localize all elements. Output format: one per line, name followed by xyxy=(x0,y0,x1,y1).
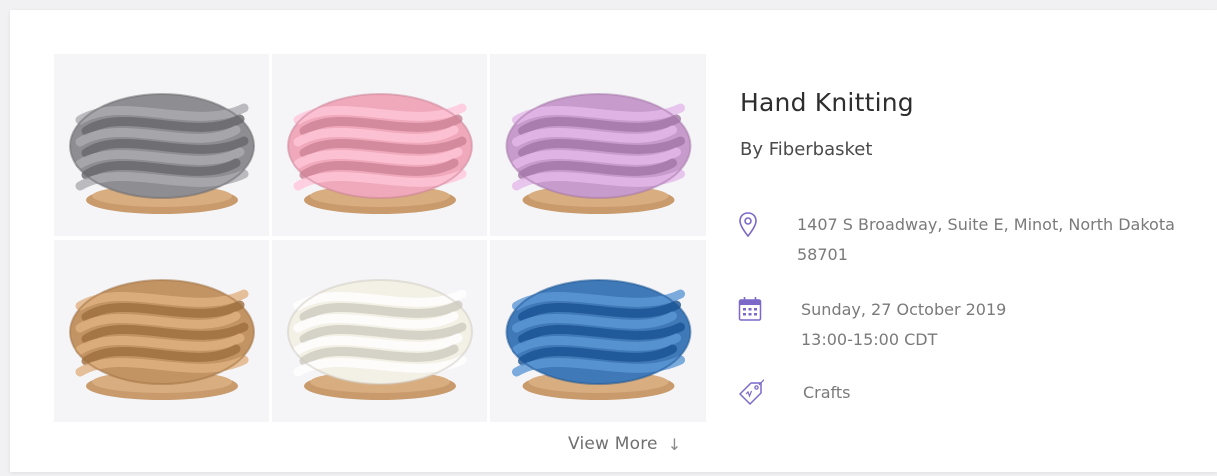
gallery-image-purple-yarn[interactable] xyxy=(490,54,706,236)
view-more-label: View More xyxy=(568,434,658,454)
arrow-down-icon: ↓ xyxy=(667,434,682,454)
event-category[interactable]: Crafts xyxy=(803,378,851,408)
address-line-2: 58701 xyxy=(797,245,848,264)
gallery-image-blue-yarn[interactable] xyxy=(490,240,706,422)
event-datetime: Sunday, 27 October 2019 13:00-15:00 CDT xyxy=(801,295,1006,355)
event-date: Sunday, 27 October 2019 xyxy=(801,300,1007,319)
event-time: 13:00-15:00 CDT xyxy=(801,330,938,349)
tag-icon xyxy=(737,378,765,408)
event-datetime-row: Sunday, 27 October 2019 13:00-15:00 CDT xyxy=(737,295,1006,355)
map-pin-icon xyxy=(737,210,765,240)
calendar-icon xyxy=(737,295,765,325)
gallery-image-gray-yarn[interactable] xyxy=(54,54,269,236)
event-card: View More ↓ Hand Knitting By Fiberbasket… xyxy=(10,10,1217,472)
event-address-row: 1407 S Broadway, Suite E, Minot, North D… xyxy=(737,210,1197,270)
address-line-1: 1407 S Broadway, Suite E, Minot, North D… xyxy=(797,215,1175,234)
event-category-row: Crafts xyxy=(737,378,851,408)
yarn-photo-gallery[interactable] xyxy=(54,54,706,422)
event-title: Hand Knitting xyxy=(740,88,914,117)
gallery-image-pink-yarn[interactable] xyxy=(272,54,487,236)
view-more-link[interactable]: View More ↓ xyxy=(568,434,681,454)
event-address: 1407 S Broadway, Suite E, Minot, North D… xyxy=(797,210,1197,270)
gallery-image-cream-yarn[interactable] xyxy=(272,240,487,422)
gallery-image-tan-yarn[interactable] xyxy=(54,240,269,422)
event-organizer[interactable]: By Fiberbasket xyxy=(740,139,872,160)
